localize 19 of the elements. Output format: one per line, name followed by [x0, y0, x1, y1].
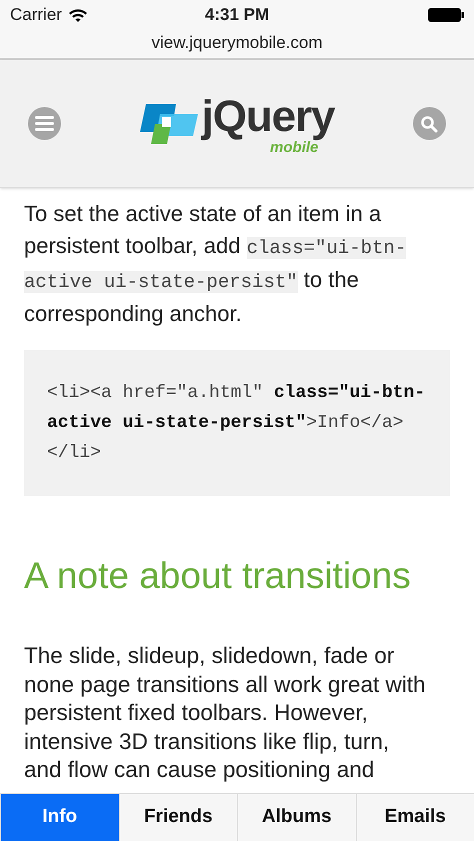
logo-tagline: mobile	[270, 140, 318, 155]
logo-icon	[140, 102, 198, 146]
clock-time: 4:31 PM	[204, 4, 270, 26]
search-button[interactable]	[412, 107, 446, 140]
tab[interactable]: Albums	[237, 794, 356, 841]
wifi-icon	[68, 8, 88, 22]
body-paragraph: The slide, slideup, slidedown, fade or none page transitions all work great with persistent fixed toolbars. However, intensive 3D transitions like flip, turn, and flow can cause positioning and	[24, 642, 426, 784]
battery-icon	[428, 8, 464, 22]
tab[interactable]: Emails	[356, 794, 474, 841]
url-text[interactable]: view.jquerymobile.com	[151, 30, 322, 56]
code-block: <li><a href="a.html" class="ui-btn-active ui-state-persist">Info</a></li>	[24, 350, 450, 496]
tab[interactable]: Info	[0, 794, 118, 841]
tab[interactable]: Friends	[118, 794, 237, 841]
intro-paragraph: To set the active state of an item in a persistent toolbar, add class="ui-btn-active ui-state-persist" to the corresponding anchor.	[24, 200, 408, 328]
carrier-name: Carrier	[10, 4, 62, 26]
logo-wordmark: jQuery	[202, 92, 334, 141]
search-icon	[420, 114, 438, 132]
section-heading: A note about transitions	[24, 554, 412, 598]
menu-button[interactable]	[28, 107, 61, 140]
